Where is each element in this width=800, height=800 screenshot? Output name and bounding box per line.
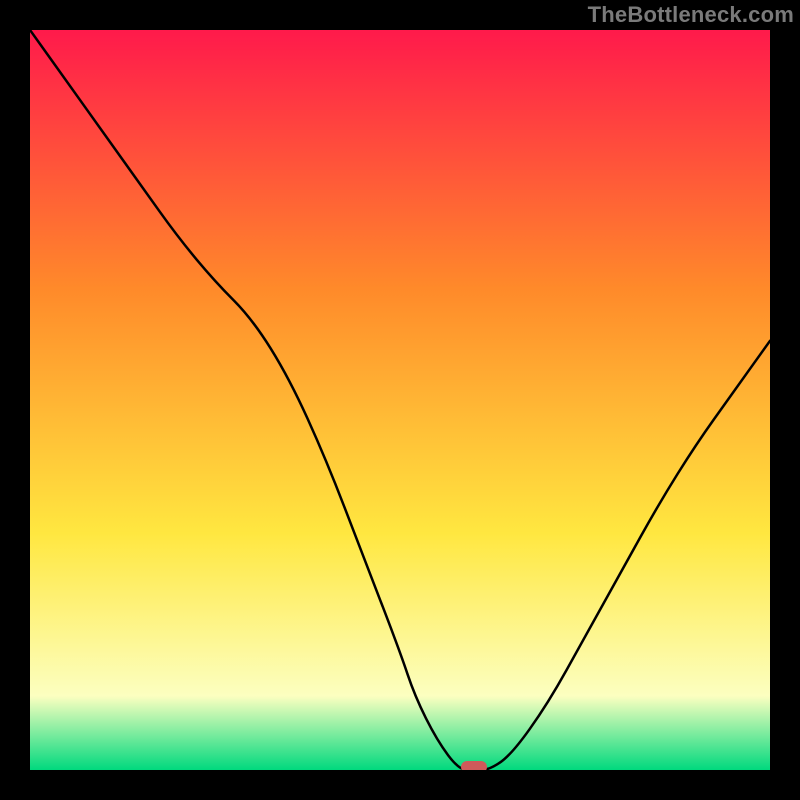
gradient-background — [30, 30, 770, 770]
chart-container: TheBottleneck.com — [0, 0, 800, 800]
bottleneck-chart — [30, 30, 770, 770]
attribution-label: TheBottleneck.com — [588, 2, 794, 28]
optimal-marker — [461, 761, 487, 770]
